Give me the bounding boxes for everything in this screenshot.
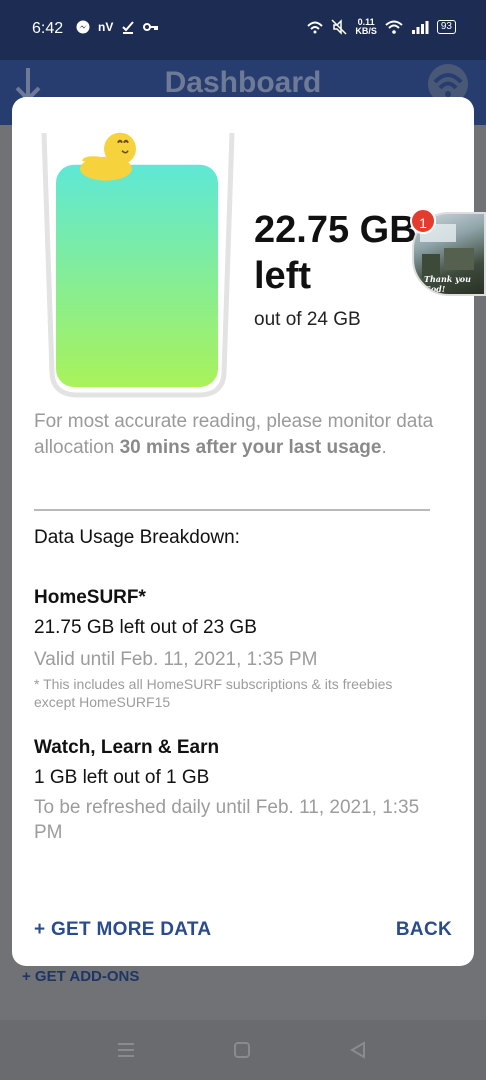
- page-title: Dashboard: [164, 66, 322, 99]
- get-addons-link[interactable]: + GET ADD-ONS: [22, 968, 139, 985]
- signal-icon: [411, 21, 429, 34]
- data-glass-illustration: [41, 132, 235, 398]
- accuracy-note: For most accurate reading, please monito…: [34, 411, 434, 458]
- back-nav-icon[interactable]: [348, 1040, 368, 1060]
- notification-badge: 1: [410, 208, 436, 234]
- total-data: out of 24 GB: [254, 309, 361, 330]
- wifi-icon: [385, 20, 403, 34]
- duck-icon: [80, 132, 136, 181]
- messenger-icon: [76, 20, 90, 34]
- breakdown-heading: Data Usage Breakdown:: [34, 527, 240, 548]
- watch-learn-earn-validity: To be refreshed daily until Feb. 11, 202…: [34, 797, 420, 843]
- homesurf-validity: Valid until Feb. 11, 2021, 1:35 PM: [34, 649, 318, 670]
- divider: [34, 509, 430, 511]
- data-balance-dialog: 22.75 GB left out of 24 GB For most accu…: [12, 97, 474, 966]
- watch-learn-earn-usage: 1 GB left out of 1 GB: [34, 767, 210, 788]
- back-button[interactable]: BACK: [396, 919, 452, 941]
- homesurf-usage: 21.75 GB left out of 23 GB: [34, 617, 257, 638]
- battery-indicator: 93: [436, 20, 456, 34]
- carrier-label: nV: [98, 20, 114, 34]
- status-bar: 6:42 nV 0.11 KB/S 93: [0, 0, 486, 60]
- network-speed: 0.11 KB/S: [355, 17, 377, 36]
- homesurf-footnote: * This includes all HomeSURF subscriptio…: [34, 676, 393, 710]
- watch-learn-earn-title: Watch, Learn & Earn: [34, 737, 220, 758]
- status-time: 6:42: [32, 20, 64, 37]
- homesurf-title: HomeSURF*: [34, 587, 146, 608]
- get-more-data-button[interactable]: + GET MORE DATA: [34, 919, 211, 941]
- mute-icon: [331, 19, 347, 35]
- download-check-icon: [122, 21, 135, 34]
- key-icon: [143, 23, 159, 31]
- menu-icon[interactable]: [116, 1040, 136, 1060]
- system-nav-bar: [0, 1020, 486, 1080]
- water-level: [56, 164, 218, 387]
- home-icon[interactable]: [232, 1040, 252, 1060]
- vpn-wifi-icon: [307, 21, 324, 34]
- chat-head-caption: Thank you God!: [424, 274, 471, 294]
